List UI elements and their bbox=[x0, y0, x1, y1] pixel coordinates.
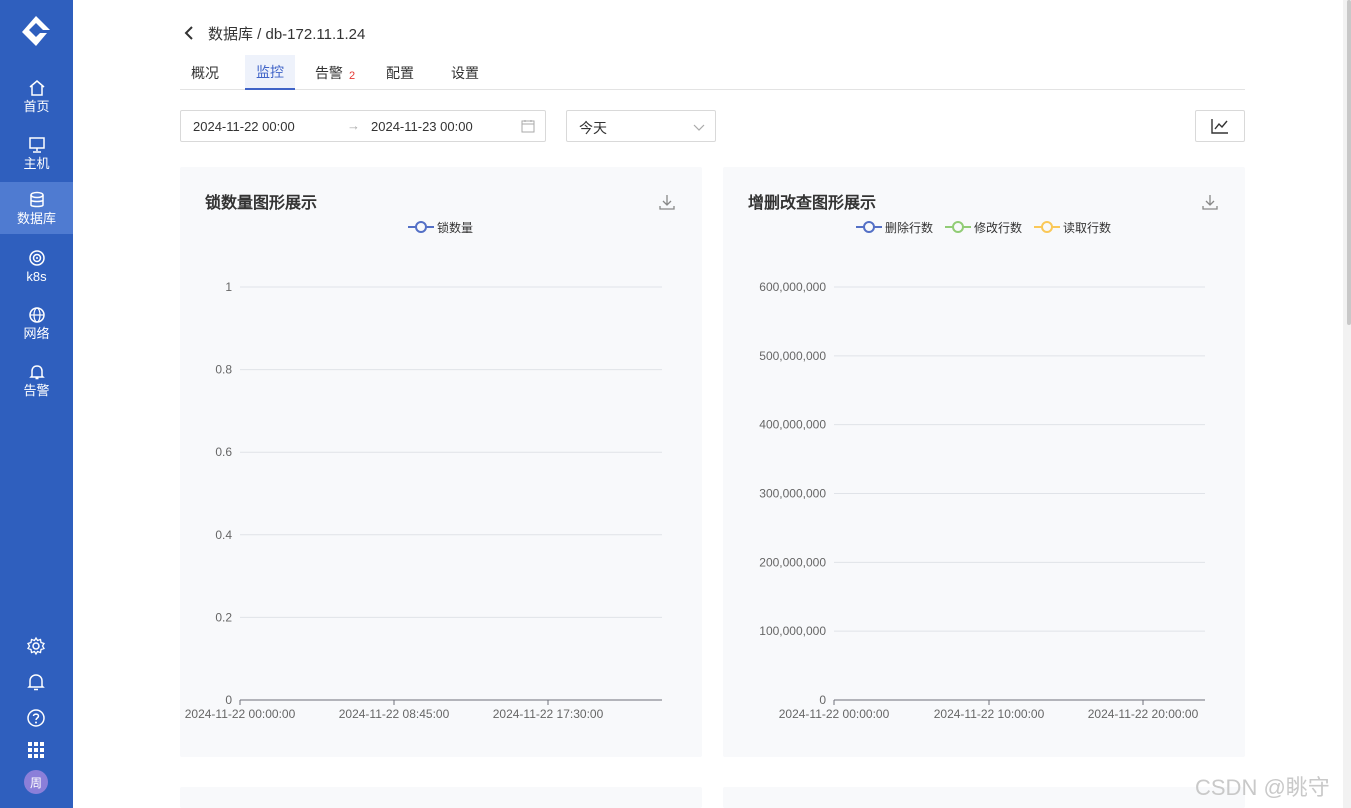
gear-icon bbox=[27, 636, 45, 656]
sidebar-item-host[interactable]: 主机 bbox=[0, 127, 73, 179]
tab-overview[interactable]: 概况 bbox=[180, 55, 230, 90]
x-tick-label: 2024-11-22 10:00:00 bbox=[934, 707, 1045, 721]
tab-monitor[interactable]: 监控 bbox=[245, 55, 295, 90]
y-tick-label: 600,000,000 bbox=[759, 280, 826, 294]
tab-label: 告警 bbox=[314, 64, 343, 81]
y-tick-label: 0.2 bbox=[215, 610, 232, 624]
sidebar-item-alert[interactable]: 告警 bbox=[0, 354, 73, 406]
globe-icon bbox=[28, 306, 45, 323]
y-tick-label: 0 bbox=[819, 693, 826, 707]
sidebar-item-k8s[interactable]: k8s bbox=[0, 240, 73, 292]
y-tick-label: 500,000,000 bbox=[759, 349, 826, 363]
time-range-value: 今天 bbox=[579, 120, 607, 136]
chart-card-next-left bbox=[180, 787, 702, 808]
sidebar-item-label: 告警 bbox=[23, 382, 50, 398]
y-tick-label: 300,000,000 bbox=[759, 487, 826, 501]
k8s-icon bbox=[28, 249, 45, 266]
tab-settings[interactable]: 设置 bbox=[440, 55, 490, 90]
date-range-arrow: → bbox=[347, 118, 360, 133]
back-arrow-icon[interactable] bbox=[182, 25, 198, 41]
sidebar-item-label: k8s bbox=[26, 268, 47, 284]
bell-icon bbox=[28, 364, 45, 379]
date-end-input[interactable]: 2024-11-23 00:00 bbox=[371, 119, 473, 134]
sidebar-item-label: 主机 bbox=[23, 155, 50, 171]
x-tick-label: 2024-11-22 00:00:00 bbox=[779, 707, 890, 721]
date-range-picker[interactable]: 2024-11-22 00:00 → 2024-11-23 00:00 bbox=[180, 110, 546, 142]
home-icon bbox=[29, 79, 44, 96]
avatar[interactable]: 周 bbox=[24, 770, 48, 794]
sidebar-item-label: 网络 bbox=[23, 325, 50, 341]
tab-alerts[interactable]: 告警 2 bbox=[305, 55, 365, 90]
y-tick-label: 0.6 bbox=[215, 445, 232, 459]
chart-card-crud: 增删改查图形展示 删除行数 修改行数 读取行数 0 100,000,000 200,… bbox=[723, 167, 1245, 757]
apps-button[interactable] bbox=[25, 739, 47, 761]
breadcrumb: 数据库 / db-172.11.1.24 bbox=[182, 22, 365, 44]
y-tick-label: 1 bbox=[225, 280, 232, 294]
time-range-select[interactable]: 今天 bbox=[566, 110, 716, 142]
tab-bar: 概况 监控 告警 2 配置 设置 bbox=[180, 55, 1245, 90]
date-start-input[interactable]: 2024-11-22 00:00 bbox=[193, 119, 295, 134]
sidebar: 首页 主机 数据库 k8s 网络 告警 周 bbox=[0, 0, 73, 808]
chart-plot-locks: 0 0.2 0.4 0.6 0.8 1 2024-11-22 00:00:00 2024-11… bbox=[185, 280, 662, 721]
help-button[interactable] bbox=[25, 707, 47, 729]
watermark: CSDN @眺守 bbox=[1195, 775, 1330, 800]
y-tick-label: 0 bbox=[225, 693, 232, 707]
y-tick-label: 0.4 bbox=[215, 528, 232, 542]
x-tick-label: 2024-11-22 08:45:00 bbox=[339, 707, 450, 721]
breadcrumb-text: 数据库 / db-172.11.1.24 bbox=[208, 25, 366, 43]
help-icon bbox=[27, 709, 45, 727]
chart-card-locks: 锁数量图形展示 锁数量 0 0.2 0.4 0.6 0.8 1 2024-11-22 00:… bbox=[180, 167, 702, 757]
logo-icon[interactable] bbox=[19, 14, 53, 48]
grid-icon bbox=[28, 742, 44, 758]
y-tick-label: 100,000,000 bbox=[759, 624, 826, 638]
chart-card-next-right bbox=[723, 787, 1245, 808]
sidebar-item-database[interactable]: 数据库 bbox=[0, 182, 73, 234]
y-tick-label: 0.8 bbox=[215, 363, 232, 377]
line-chart-icon bbox=[1211, 119, 1228, 134]
monitor-icon bbox=[28, 136, 45, 153]
sidebar-item-home[interactable]: 首页 bbox=[0, 70, 73, 122]
scrollbar-thumb[interactable] bbox=[1347, 0, 1351, 325]
chevron-down-icon bbox=[693, 124, 705, 131]
y-tick-label: 400,000,000 bbox=[759, 418, 826, 432]
alert-count-badge: 2 bbox=[348, 69, 356, 82]
x-tick-label: 2024-11-22 20:00:00 bbox=[1088, 707, 1199, 721]
chart-view-button[interactable] bbox=[1195, 110, 1245, 142]
sidebar-item-label: 数据库 bbox=[16, 210, 56, 226]
bell-icon bbox=[27, 674, 45, 691]
x-tick-label: 2024-11-22 17:30:00 bbox=[493, 707, 604, 721]
database-icon bbox=[29, 191, 44, 207]
notifications-button[interactable] bbox=[25, 671, 47, 693]
sidebar-item-label: 首页 bbox=[23, 98, 50, 114]
sidebar-item-network[interactable]: 网络 bbox=[0, 297, 73, 349]
tab-config[interactable]: 配置 bbox=[375, 55, 425, 90]
calendar-icon bbox=[521, 120, 535, 133]
chart-plot-crud: 0 100,000,000 200,000,000 300,000,000 400,00… bbox=[759, 280, 1205, 721]
y-tick-label: 200,000,000 bbox=[759, 555, 826, 569]
settings-button[interactable] bbox=[25, 635, 47, 657]
x-tick-label: 2024-11-22 00:00:00 bbox=[185, 707, 296, 721]
